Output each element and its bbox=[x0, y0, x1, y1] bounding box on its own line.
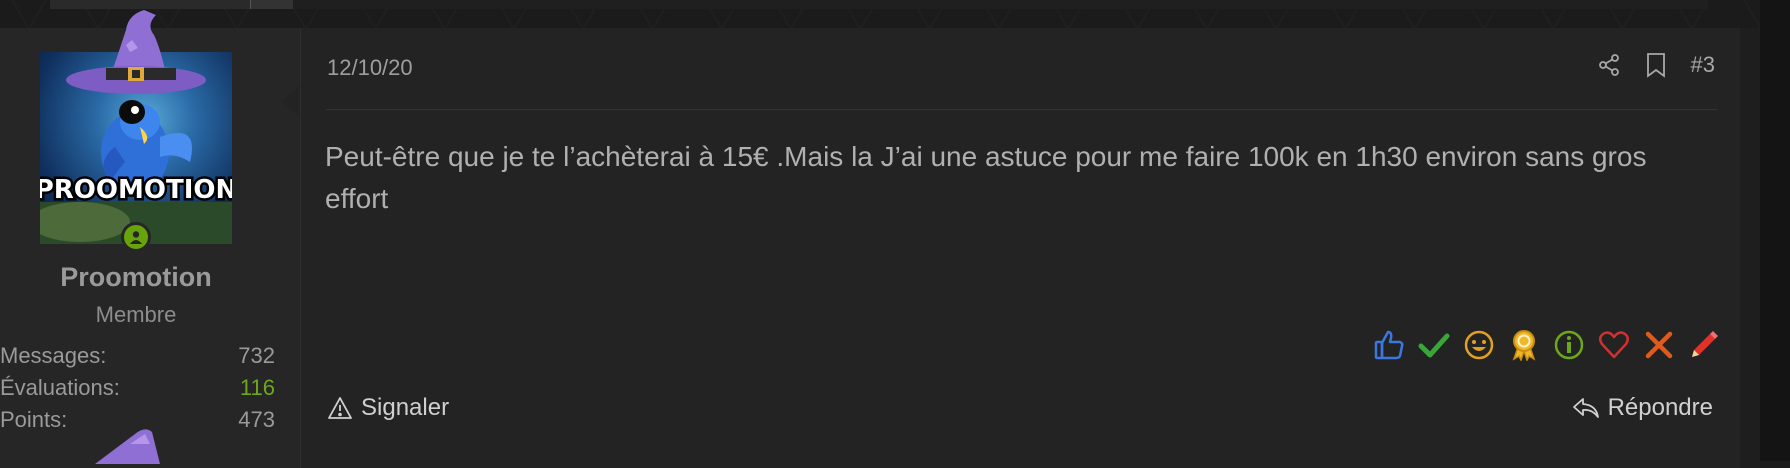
avatar-logo-text: PROOMOTION bbox=[40, 175, 232, 205]
post-header-actions: #3 bbox=[1597, 52, 1715, 78]
stat-value[interactable]: 732 bbox=[238, 343, 275, 369]
share-icon[interactable] bbox=[1597, 53, 1621, 77]
info-icon[interactable] bbox=[1551, 327, 1587, 363]
reactions-bar bbox=[1371, 327, 1722, 363]
user-title: Membre bbox=[95, 302, 177, 327]
pencil-icon[interactable] bbox=[1686, 327, 1722, 363]
scrollbar-track[interactable] bbox=[1760, 0, 1790, 461]
reply-button[interactable]: Répondre bbox=[1572, 394, 1713, 422]
post-body: Peut-être que je te l’achèterai à 15€ .M… bbox=[325, 141, 1647, 214]
previous-post-edge-right bbox=[250, 0, 294, 9]
online-status-indicator bbox=[121, 222, 151, 252]
message-arrow bbox=[281, 85, 300, 117]
report-label: Signaler bbox=[361, 394, 450, 421]
stat-label: Messages: bbox=[0, 343, 107, 368]
report-button[interactable]: Signaler bbox=[327, 394, 449, 422]
stat-label: Points: bbox=[0, 407, 68, 432]
post-date[interactable]: 12/10/20 bbox=[327, 55, 413, 81]
thumbs-up-icon[interactable] bbox=[1371, 327, 1407, 363]
cross-icon[interactable] bbox=[1641, 327, 1677, 363]
witch-hat-icon bbox=[95, 429, 160, 464]
post-right-edge bbox=[1740, 28, 1760, 468]
heart-icon[interactable] bbox=[1596, 327, 1632, 363]
previous-post-strip bbox=[293, 0, 1708, 9]
smile-icon[interactable] bbox=[1461, 327, 1497, 363]
stat-value[interactable]: 473 bbox=[238, 407, 275, 433]
previous-post-edge bbox=[50, 0, 250, 9]
user-icon bbox=[130, 231, 142, 244]
warning-icon bbox=[328, 397, 352, 419]
checkmark-icon[interactable] bbox=[1416, 327, 1452, 363]
bookmark-icon[interactable] bbox=[1645, 52, 1667, 78]
stat-label: Évaluations: bbox=[0, 375, 120, 400]
header-divider bbox=[326, 109, 1717, 110]
award-icon[interactable] bbox=[1506, 327, 1542, 363]
reply-icon bbox=[1572, 398, 1599, 418]
witch-hat-icon bbox=[66, 10, 206, 94]
reply-label: Répondre bbox=[1607, 394, 1713, 421]
post-number-link[interactable]: #3 bbox=[1691, 52, 1715, 78]
username[interactable]: Proomotion bbox=[0, 262, 272, 293]
stat-value: 116 bbox=[239, 375, 275, 400]
